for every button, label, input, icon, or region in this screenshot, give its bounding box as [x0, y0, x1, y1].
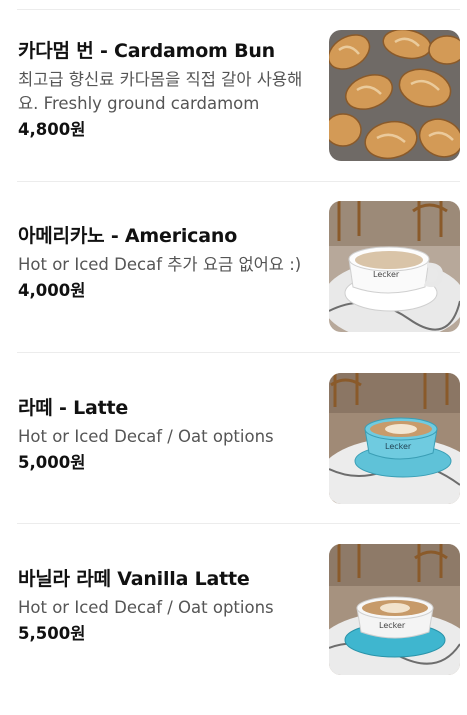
americano-image: Lecker: [329, 201, 460, 332]
cardamom-bun-image: [329, 30, 460, 161]
menu-item-text: 카다멈 번 - Cardamom Bun 최고급 향신료 카다몸을 직접 갈아 …: [18, 30, 316, 142]
menu-item-description: Hot or Iced Decaf / Oat options: [18, 598, 274, 617]
menu-item-price: 4,000원: [18, 281, 86, 300]
divider: [17, 181, 460, 182]
menu-item-title: 라떼 - Latte: [18, 397, 129, 419]
americano-photo[interactable]: Lecker: [329, 201, 460, 332]
menu-item-vanilla-latte[interactable]: 바닐라 라떼 Vanilla Latte Hot or Iced Decaf /…: [0, 544, 467, 715]
menu-item-title: 아메리카노 - Americano: [18, 225, 238, 247]
divider: [17, 523, 460, 524]
svg-text:Lecker: Lecker: [379, 621, 406, 630]
latte-photo[interactable]: Lecker: [329, 373, 460, 504]
vanilla-latte-image: Lecker: [329, 544, 460, 675]
menu-item-text: 아메리카노 - Americano Hot or Iced Decaf 추가 요…: [18, 201, 316, 303]
menu-item-price: 5,000원: [18, 453, 86, 472]
divider: [17, 352, 460, 353]
menu-item-latte[interactable]: 라떼 - Latte Hot or Iced Decaf / Oat optio…: [0, 373, 467, 544]
menu-item-description: Hot or Iced Decaf 추가 요금 없어요 :): [18, 255, 302, 274]
cardamom-bun-photo[interactable]: [329, 30, 460, 161]
menu-item-americano[interactable]: 아메리카노 - Americano Hot or Iced Decaf 추가 요…: [0, 201, 467, 372]
menu-item-cardamom-bun[interactable]: 카다멈 번 - Cardamom Bun 최고급 향신료 카다몸을 직접 갈아 …: [0, 30, 467, 201]
menu-item-text: 라떼 - Latte Hot or Iced Decaf / Oat optio…: [18, 373, 316, 475]
menu-list: 카다멈 번 - Cardamom Bun 최고급 향신료 카다몸을 직접 갈아 …: [0, 0, 467, 686]
svg-text:Lecker: Lecker: [385, 442, 412, 451]
vanilla-latte-photo[interactable]: Lecker: [329, 544, 460, 675]
menu-item-price: 4,800원: [18, 120, 86, 139]
menu-item-description: 최고급 향신료 카다몸을 직접 갈아 사용해요. Freshly ground …: [18, 70, 303, 113]
menu-item-title: 카다멈 번 - Cardamom Bun: [18, 40, 276, 62]
svg-text:Lecker: Lecker: [373, 270, 400, 279]
menu-item-description: Hot or Iced Decaf / Oat options: [18, 427, 274, 446]
menu-item-title: 바닐라 라떼 Vanilla Latte: [18, 568, 250, 590]
menu-item-text: 바닐라 라떼 Vanilla Latte Hot or Iced Decaf /…: [18, 544, 316, 646]
latte-image: Lecker: [329, 373, 460, 504]
menu-item-price: 5,500원: [18, 624, 86, 643]
divider: [17, 9, 460, 10]
